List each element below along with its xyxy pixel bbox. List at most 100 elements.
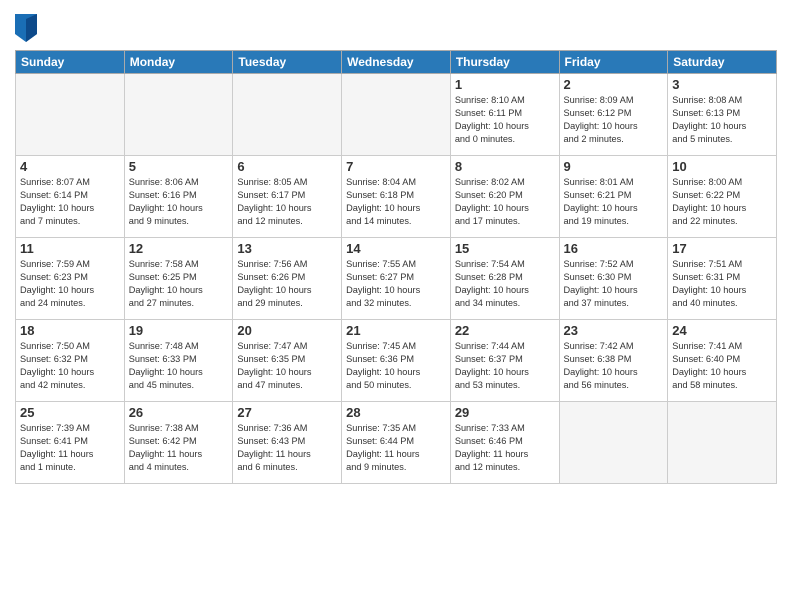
day-number: 23 <box>564 323 664 338</box>
day-info: Sunrise: 8:02 AM Sunset: 6:20 PM Dayligh… <box>455 176 555 228</box>
calendar-header-sunday: Sunday <box>16 51 125 74</box>
day-info: Sunrise: 8:04 AM Sunset: 6:18 PM Dayligh… <box>346 176 446 228</box>
day-info: Sunrise: 8:09 AM Sunset: 6:12 PM Dayligh… <box>564 94 664 146</box>
calendar-cell <box>16 74 125 156</box>
calendar-cell <box>124 74 233 156</box>
day-number: 1 <box>455 77 555 92</box>
logo-icon <box>15 14 37 42</box>
calendar-header-row: SundayMondayTuesdayWednesdayThursdayFrid… <box>16 51 777 74</box>
calendar-cell: 25 Sunrise: 7:39 AM Sunset: 6:41 PM Dayli… <box>16 402 125 484</box>
day-number: 6 <box>237 159 337 174</box>
calendar-cell <box>668 402 777 484</box>
day-number: 11 <box>20 241 120 256</box>
calendar-cell: 13 Sunrise: 7:56 AM Sunset: 6:26 PM Dayli… <box>233 238 342 320</box>
day-info: Sunrise: 7:44 AM Sunset: 6:37 PM Dayligh… <box>455 340 555 392</box>
calendar-week-row: 11 Sunrise: 7:59 AM Sunset: 6:23 PM Dayli… <box>16 238 777 320</box>
day-number: 17 <box>672 241 772 256</box>
day-info: Sunrise: 7:41 AM Sunset: 6:40 PM Dayligh… <box>672 340 772 392</box>
day-info: Sunrise: 8:08 AM Sunset: 6:13 PM Dayligh… <box>672 94 772 146</box>
calendar-table: SundayMondayTuesdayWednesdayThursdayFrid… <box>15 50 777 484</box>
calendar-week-row: 4 Sunrise: 8:07 AM Sunset: 6:14 PM Daylig… <box>16 156 777 238</box>
day-number: 19 <box>129 323 229 338</box>
page: SundayMondayTuesdayWednesdayThursdayFrid… <box>0 0 792 612</box>
calendar-cell: 8 Sunrise: 8:02 AM Sunset: 6:20 PM Daylig… <box>450 156 559 238</box>
day-number: 5 <box>129 159 229 174</box>
day-number: 14 <box>346 241 446 256</box>
calendar-cell: 2 Sunrise: 8:09 AM Sunset: 6:12 PM Daylig… <box>559 74 668 156</box>
calendar-cell: 24 Sunrise: 7:41 AM Sunset: 6:40 PM Dayli… <box>668 320 777 402</box>
calendar-cell: 14 Sunrise: 7:55 AM Sunset: 6:27 PM Dayli… <box>342 238 451 320</box>
calendar-header-monday: Monday <box>124 51 233 74</box>
calendar-cell: 5 Sunrise: 8:06 AM Sunset: 6:16 PM Daylig… <box>124 156 233 238</box>
day-info: Sunrise: 8:06 AM Sunset: 6:16 PM Dayligh… <box>129 176 229 228</box>
calendar-header-wednesday: Wednesday <box>342 51 451 74</box>
calendar-cell: 20 Sunrise: 7:47 AM Sunset: 6:35 PM Dayli… <box>233 320 342 402</box>
calendar-cell: 9Sunrise: 8:01 AM Sunset: 6:21 PM Daylig… <box>559 156 668 238</box>
day-info: Sunrise: 7:52 AM Sunset: 6:30 PM Dayligh… <box>564 258 664 310</box>
day-info: Sunrise: 7:50 AM Sunset: 6:32 PM Dayligh… <box>20 340 120 392</box>
day-number: 20 <box>237 323 337 338</box>
calendar-cell: 22Sunrise: 7:44 AM Sunset: 6:37 PM Dayli… <box>450 320 559 402</box>
day-number: 10 <box>672 159 772 174</box>
day-number: 13 <box>237 241 337 256</box>
day-number: 3 <box>672 77 772 92</box>
logo <box>15 14 39 42</box>
calendar-week-row: 25 Sunrise: 7:39 AM Sunset: 6:41 PM Dayli… <box>16 402 777 484</box>
day-info: Sunrise: 7:42 AM Sunset: 6:38 PM Dayligh… <box>564 340 664 392</box>
day-number: 15 <box>455 241 555 256</box>
day-info: Sunrise: 7:36 AM Sunset: 6:43 PM Dayligh… <box>237 422 337 474</box>
calendar-cell: 17 Sunrise: 7:51 AM Sunset: 6:31 PM Dayli… <box>668 238 777 320</box>
calendar-cell <box>559 402 668 484</box>
day-number: 18 <box>20 323 120 338</box>
day-info: Sunrise: 8:00 AM Sunset: 6:22 PM Dayligh… <box>672 176 772 228</box>
calendar-header-thursday: Thursday <box>450 51 559 74</box>
calendar-cell: 4 Sunrise: 8:07 AM Sunset: 6:14 PM Daylig… <box>16 156 125 238</box>
calendar-cell: 16 Sunrise: 7:52 AM Sunset: 6:30 PM Dayli… <box>559 238 668 320</box>
calendar-cell: 21 Sunrise: 7:45 AM Sunset: 6:36 PM Dayli… <box>342 320 451 402</box>
day-number: 21 <box>346 323 446 338</box>
day-number: 4 <box>20 159 120 174</box>
calendar-cell: 6 Sunrise: 8:05 AM Sunset: 6:17 PM Daylig… <box>233 156 342 238</box>
calendar-cell <box>233 74 342 156</box>
day-info: Sunrise: 7:59 AM Sunset: 6:23 PM Dayligh… <box>20 258 120 310</box>
calendar-cell: 27 Sunrise: 7:36 AM Sunset: 6:43 PM Dayli… <box>233 402 342 484</box>
calendar-header-saturday: Saturday <box>668 51 777 74</box>
day-number: 28 <box>346 405 446 420</box>
day-info: Sunrise: 7:39 AM Sunset: 6:41 PM Dayligh… <box>20 422 120 474</box>
day-number: 24 <box>672 323 772 338</box>
calendar-cell: 15Sunrise: 7:54 AM Sunset: 6:28 PM Dayli… <box>450 238 559 320</box>
day-number: 27 <box>237 405 337 420</box>
day-info: Sunrise: 8:07 AM Sunset: 6:14 PM Dayligh… <box>20 176 120 228</box>
day-number: 8 <box>455 159 555 174</box>
day-number: 16 <box>564 241 664 256</box>
day-info: Sunrise: 7:35 AM Sunset: 6:44 PM Dayligh… <box>346 422 446 474</box>
day-number: 26 <box>129 405 229 420</box>
calendar-week-row: 1 Sunrise: 8:10 AM Sunset: 6:11 PM Daylig… <box>16 74 777 156</box>
calendar-cell: 12Sunrise: 7:58 AM Sunset: 6:25 PM Dayli… <box>124 238 233 320</box>
day-info: Sunrise: 8:05 AM Sunset: 6:17 PM Dayligh… <box>237 176 337 228</box>
calendar-cell: 18 Sunrise: 7:50 AM Sunset: 6:32 PM Dayli… <box>16 320 125 402</box>
day-info: Sunrise: 7:51 AM Sunset: 6:31 PM Dayligh… <box>672 258 772 310</box>
day-info: Sunrise: 8:10 AM Sunset: 6:11 PM Dayligh… <box>455 94 555 146</box>
calendar-cell: 23 Sunrise: 7:42 AM Sunset: 6:38 PM Dayli… <box>559 320 668 402</box>
day-info: Sunrise: 7:56 AM Sunset: 6:26 PM Dayligh… <box>237 258 337 310</box>
day-info: Sunrise: 7:48 AM Sunset: 6:33 PM Dayligh… <box>129 340 229 392</box>
calendar-cell: 29 Sunrise: 7:33 AM Sunset: 6:46 PM Dayli… <box>450 402 559 484</box>
calendar-cell: 11 Sunrise: 7:59 AM Sunset: 6:23 PM Dayli… <box>16 238 125 320</box>
day-info: Sunrise: 7:45 AM Sunset: 6:36 PM Dayligh… <box>346 340 446 392</box>
day-info: Sunrise: 7:55 AM Sunset: 6:27 PM Dayligh… <box>346 258 446 310</box>
calendar-header-tuesday: Tuesday <box>233 51 342 74</box>
day-number: 29 <box>455 405 555 420</box>
day-info: Sunrise: 7:38 AM Sunset: 6:42 PM Dayligh… <box>129 422 229 474</box>
calendar-cell <box>342 74 451 156</box>
day-info: Sunrise: 7:47 AM Sunset: 6:35 PM Dayligh… <box>237 340 337 392</box>
calendar-cell: 10 Sunrise: 8:00 AM Sunset: 6:22 PM Dayli… <box>668 156 777 238</box>
day-info: Sunrise: 7:58 AM Sunset: 6:25 PM Dayligh… <box>129 258 229 310</box>
calendar-cell: 3 Sunrise: 8:08 AM Sunset: 6:13 PM Daylig… <box>668 74 777 156</box>
day-number: 7 <box>346 159 446 174</box>
calendar-cell: 28 Sunrise: 7:35 AM Sunset: 6:44 PM Dayli… <box>342 402 451 484</box>
day-info: Sunrise: 7:33 AM Sunset: 6:46 PM Dayligh… <box>455 422 555 474</box>
day-number: 25 <box>20 405 120 420</box>
day-number: 2 <box>564 77 664 92</box>
header <box>15 10 777 42</box>
